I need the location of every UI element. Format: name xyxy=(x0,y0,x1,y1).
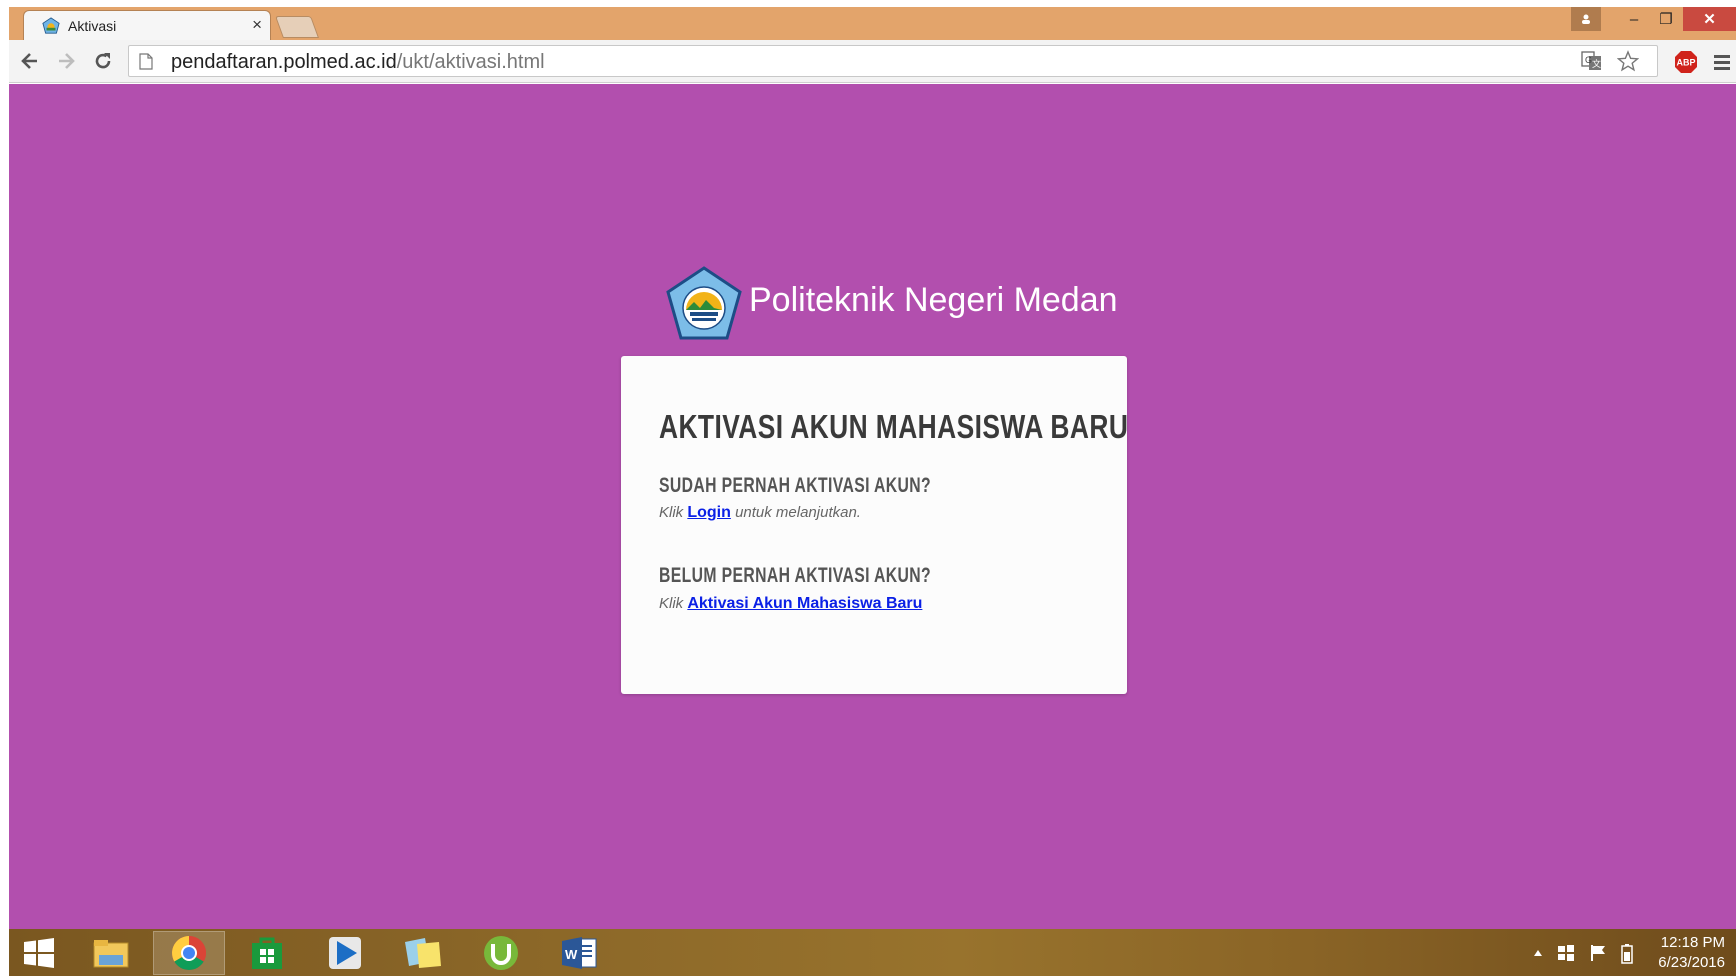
screen: Aktivasi × – ❐ ✕ pendaftaran.polmed.ac.i… xyxy=(0,0,1736,976)
taskbar-utorrent[interactable] xyxy=(465,931,537,975)
section-text-already-activated: Klik Login untuk melanjutkan. xyxy=(659,504,861,522)
forward-icon xyxy=(59,53,75,69)
reload-button[interactable] xyxy=(90,48,116,74)
utorrent-icon xyxy=(484,936,518,970)
taskbar-store[interactable] xyxy=(231,931,303,975)
sticky-notes-icon xyxy=(405,938,441,968)
folder-icon xyxy=(93,940,129,968)
word-icon: W xyxy=(562,937,597,969)
clock-time: 12:18 PM xyxy=(1660,934,1725,951)
window-close-button[interactable]: ✕ xyxy=(1683,7,1736,31)
taskbar-chrome[interactable] xyxy=(153,931,225,975)
play-icon xyxy=(329,937,361,969)
taskbar-sticky-notes[interactable] xyxy=(387,931,459,975)
activation-card: AKTIVASI AKUN MAHASISWA BARU SUDAH PERNA… xyxy=(621,356,1129,694)
windows-taskbar: W 12:18 PM 6/23/2016 xyxy=(9,929,1736,976)
browser-titlebar: Aktivasi × – ❐ ✕ xyxy=(9,7,1736,40)
clock-date: 6/23/2016 xyxy=(1658,954,1725,971)
start-button[interactable] xyxy=(11,931,67,975)
tab-aktivasi[interactable]: Aktivasi × xyxy=(23,10,271,40)
taskbar-word[interactable]: W xyxy=(543,931,615,975)
adblock-plus-icon[interactable]: ABP xyxy=(1674,50,1698,74)
url-text[interactable]: pendaftaran.polmed.ac.id/ukt/aktivasi.ht… xyxy=(171,51,545,73)
section-heading-not-activated: BELUM PERNAH AKTIVASI AKUN? xyxy=(659,564,932,587)
klik-label: Klik xyxy=(659,504,684,521)
user-profile-icon[interactable] xyxy=(1571,7,1601,31)
reload-icon xyxy=(95,53,111,69)
windows-logo-icon xyxy=(24,938,54,968)
store-icon xyxy=(252,937,282,969)
browser-toolbar: pendaftaran.polmed.ac.id/ukt/aktivasi.ht… xyxy=(9,40,1736,83)
new-tab-button[interactable] xyxy=(274,16,320,38)
page-icon xyxy=(139,53,153,70)
taskbar-clock[interactable]: 12:18 PM 6/23/2016 xyxy=(1649,933,1725,973)
menu-icon[interactable] xyxy=(1711,51,1733,73)
restore-button[interactable]: ❐ xyxy=(1652,7,1680,31)
address-bar[interactable]: pendaftaran.polmed.ac.id/ukt/aktivasi.ht… xyxy=(128,45,1658,77)
back-icon xyxy=(21,53,37,69)
page-content: Politeknik Negeri Medan AKTIVASI AKUN MA… xyxy=(9,84,1736,929)
translate-icon[interactable]: G 文 xyxy=(1581,51,1603,71)
tab-title: Aktivasi xyxy=(68,18,117,34)
chevron-up-icon[interactable] xyxy=(1533,949,1543,957)
svg-text:W: W xyxy=(565,947,578,962)
back-button[interactable] xyxy=(17,48,43,74)
minimize-button[interactable]: – xyxy=(1620,7,1648,31)
svg-text:文: 文 xyxy=(1592,58,1601,69)
svg-text:G: G xyxy=(1585,55,1592,65)
activate-new-account-link[interactable]: Aktivasi Akun Mahasiswa Baru xyxy=(687,595,922,612)
windows-update-icon[interactable] xyxy=(1557,944,1575,962)
brand-name: Politeknik Negeri Medan xyxy=(749,281,1118,319)
battery-icon[interactable] xyxy=(1621,944,1633,964)
bookmark-star-icon[interactable] xyxy=(1617,50,1639,72)
flag-icon[interactable] xyxy=(1589,944,1607,962)
url-path: /ukt/aktivasi.html xyxy=(396,51,545,73)
section-text-not-activated: Klik Aktivasi Akun Mahasiswa Baru xyxy=(659,595,922,613)
url-host: pendaftaran.polmed.ac.id xyxy=(171,51,397,73)
svg-text:ABP: ABP xyxy=(1676,58,1695,68)
card-title: AKTIVASI AKUN MAHASISWA BARU xyxy=(659,408,1129,445)
chrome-icon xyxy=(172,936,206,970)
polmed-favicon-icon xyxy=(42,17,60,34)
klik-label: Klik xyxy=(659,595,684,612)
taskbar-file-explorer[interactable] xyxy=(75,931,147,975)
tab-close-icon[interactable]: × xyxy=(252,15,262,35)
polmed-logo xyxy=(666,266,742,340)
taskbar-media-player[interactable] xyxy=(309,931,381,975)
login-link[interactable]: Login xyxy=(687,504,731,521)
forward-button[interactable] xyxy=(53,48,79,74)
continue-text: untuk melanjutkan. xyxy=(735,504,861,521)
section-heading-already-activated: SUDAH PERNAH AKTIVASI AKUN? xyxy=(659,474,932,497)
